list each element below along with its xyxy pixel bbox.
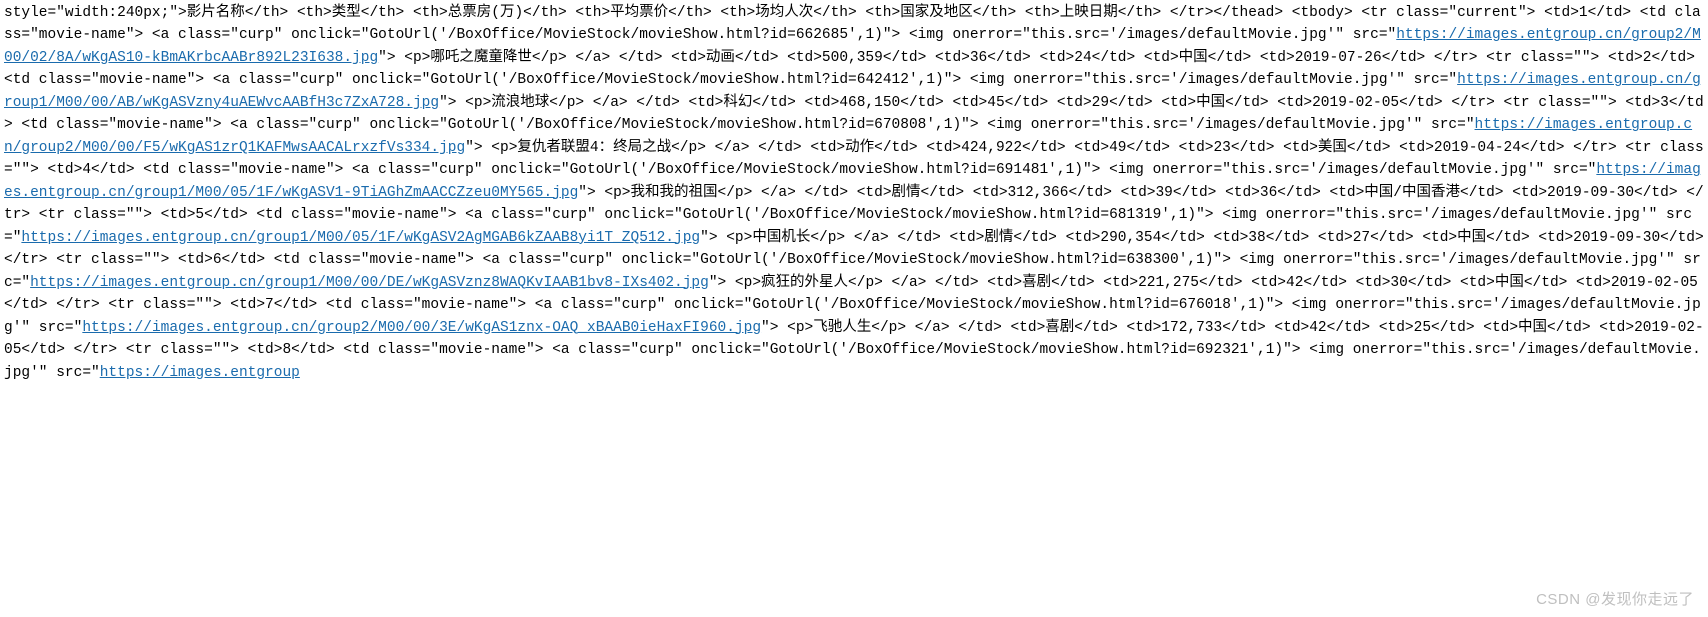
image-url-link[interactable]: https://images.entgroup.cn/group1/M00/00…	[30, 275, 709, 291]
image-url-link[interactable]: https://images.entgroup.cn/group2/M00/00…	[82, 320, 761, 336]
image-url-link[interactable]: https://images.entgroup.cn/group1/M00/05…	[21, 230, 700, 246]
image-url-link[interactable]: https://images.entgroup	[100, 365, 300, 381]
source-code-block: style="width:240px;">影片名称</th> <th>类型</t…	[4, 5, 1704, 381]
csdn-watermark: CSDN @发现你走远了	[1536, 588, 1694, 611]
